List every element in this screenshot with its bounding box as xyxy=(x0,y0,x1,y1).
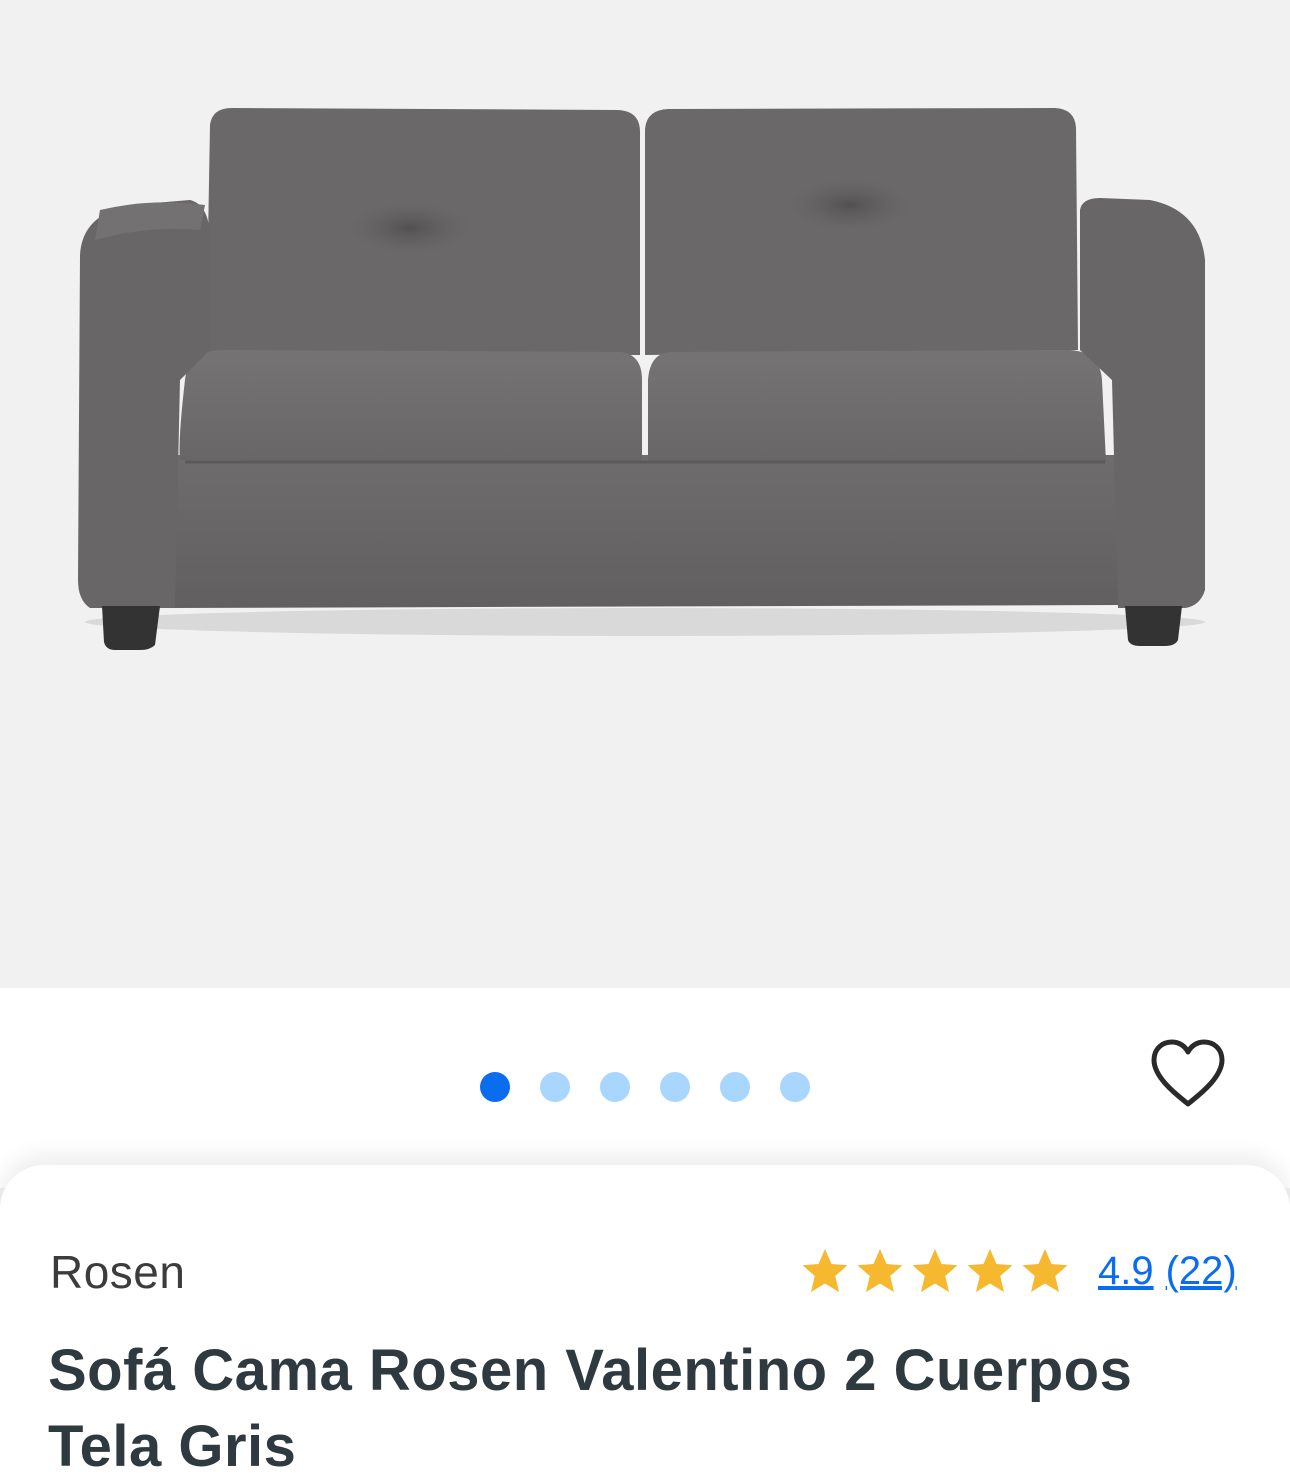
reviews-link[interactable]: 4.9 (22) xyxy=(1098,1249,1237,1294)
rating-value: 4.9 xyxy=(1098,1248,1154,1293)
star-icon xyxy=(802,1249,848,1292)
gallery-bar xyxy=(0,988,1290,1188)
product-title: Sofá Cama Rosen Valentino 2 Cuerpos Tela… xyxy=(48,1338,1133,1479)
gallery-dot-5[interactable] xyxy=(720,1072,750,1102)
gallery-dot-2[interactable] xyxy=(540,1072,570,1102)
sofa-illustration xyxy=(78,108,1205,650)
gallery-dot-6[interactable] xyxy=(780,1072,810,1102)
rating-stars xyxy=(800,1247,1070,1295)
review-count: (22) xyxy=(1165,1248,1237,1293)
star-icon xyxy=(967,1249,1013,1292)
star-icon xyxy=(857,1249,903,1292)
product-info-card: Rosen 4.9 (22) Sofá Cama Rosen Valentino… xyxy=(0,1165,1290,1481)
heart-outline-icon xyxy=(1151,1039,1225,1107)
star-icon xyxy=(912,1249,958,1292)
brand-name[interactable]: Rosen xyxy=(50,1245,185,1299)
star-icon xyxy=(1022,1249,1068,1292)
gallery-dot-3[interactable] xyxy=(600,1072,630,1102)
product-image[interactable] xyxy=(0,0,1290,988)
product-rating: 4.9 (22) xyxy=(800,1247,1237,1295)
gallery-dot-1[interactable] xyxy=(480,1072,510,1102)
favorite-button[interactable] xyxy=(1148,1038,1228,1110)
gallery-pagination xyxy=(480,1072,810,1102)
product-page: Rosen 4.9 (22) Sofá Cama Rosen Valentino… xyxy=(0,0,1290,1481)
gallery-dot-4[interactable] xyxy=(660,1072,690,1102)
